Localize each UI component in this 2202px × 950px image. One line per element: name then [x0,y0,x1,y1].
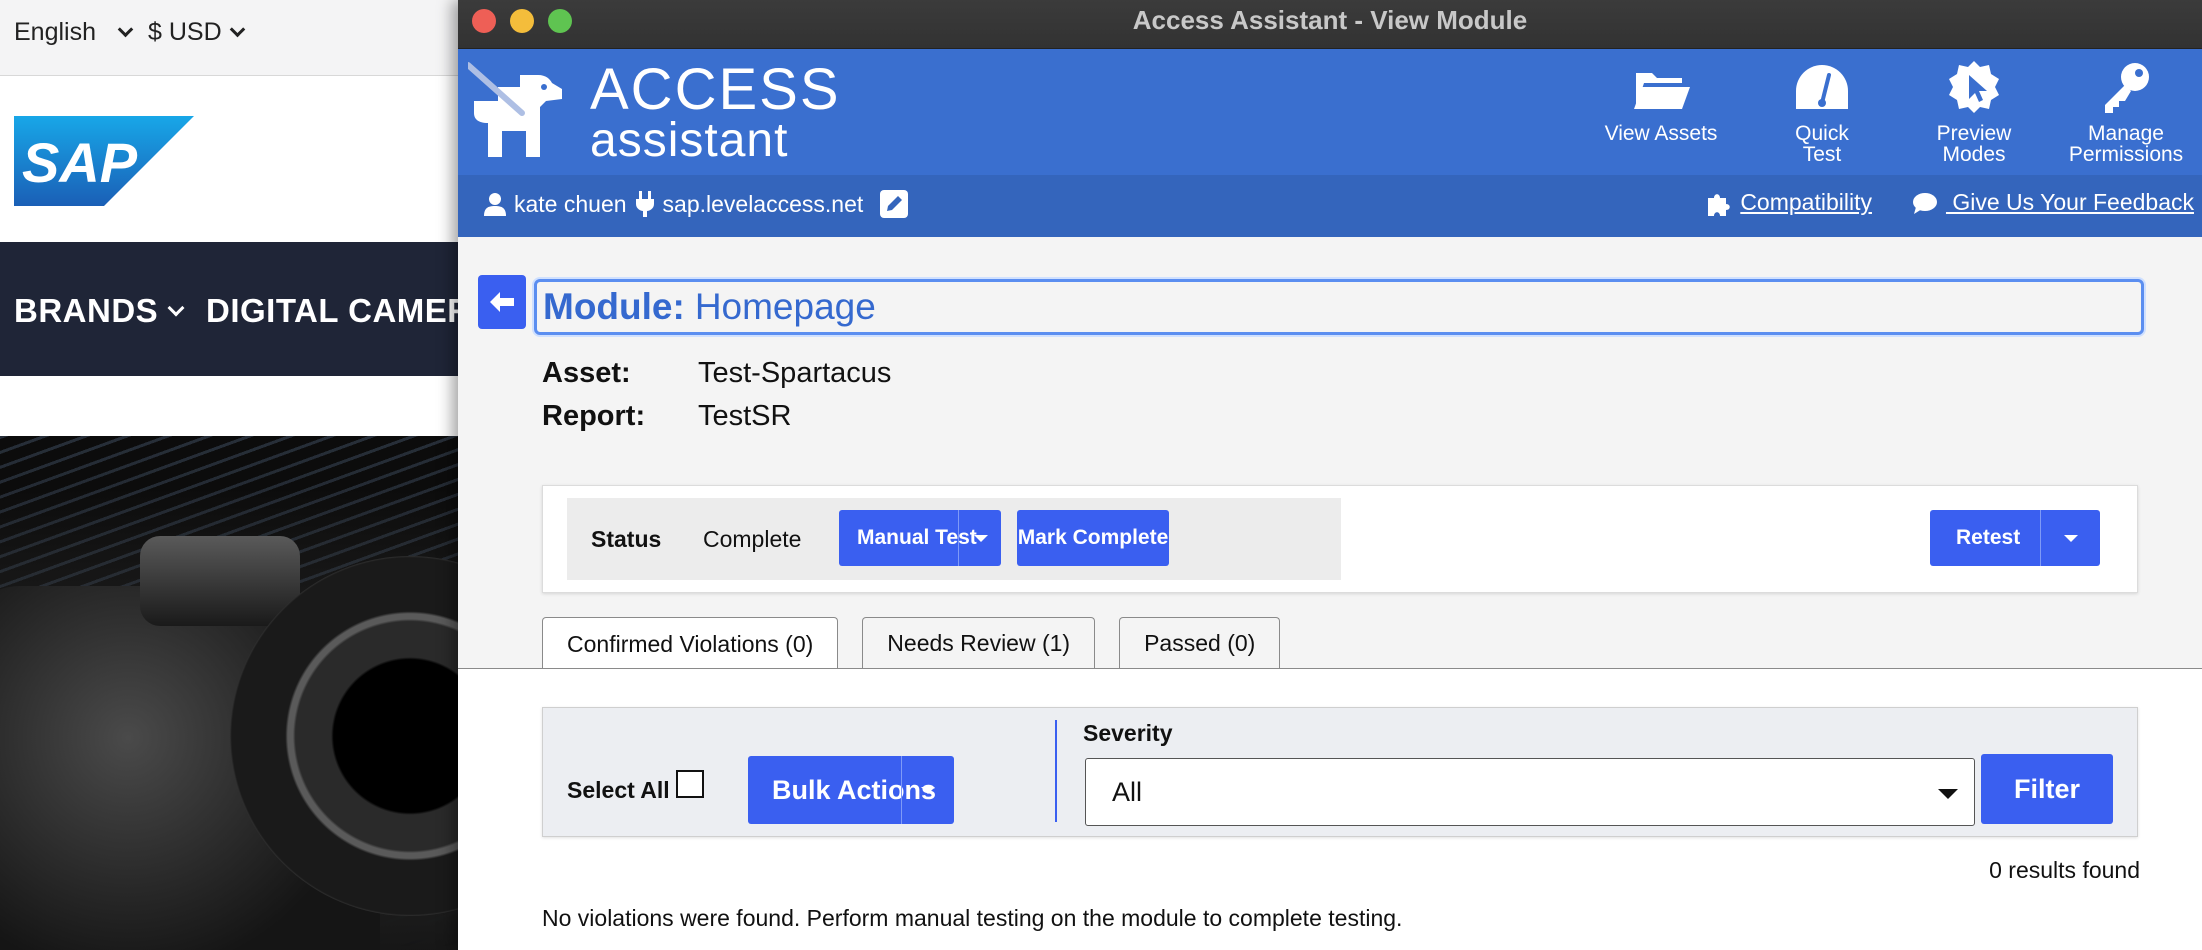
select-all-label: Select All [567,777,670,803]
preview-modes-label: Preview Modes [1936,122,2012,166]
retest-label: Retest [1956,526,2021,549]
user-name: kate chuen [514,190,627,217]
severity-value: All [1112,776,1143,807]
filter-button[interactable]: Filter [1981,754,2113,824]
manage-permissions-label: Manage Permissions [2068,122,2184,166]
manage-permissions-button[interactable]: Manage Permissions [2050,49,2202,175]
asset-row: Asset: Test-Spartacus [542,357,891,390]
mark-complete-button[interactable]: Mark Complete [1017,510,1169,566]
status-label: Status [591,526,662,552]
module-name: Homepage [694,286,876,327]
chevron-down-icon [229,21,245,38]
asset-label: Asset: [542,357,631,389]
language-select[interactable]: English [14,18,134,47]
caret-down-icon [1938,789,1958,799]
select-all[interactable]: Select All [567,770,704,804]
arrow-left-icon [490,292,514,312]
module-heading: Module: Homepage [534,279,2144,335]
quick-test-button[interactable]: Quick Test [1746,49,1898,175]
sap-logo[interactable]: SAP [14,116,194,206]
compatibility-link[interactable]: Compatibility [1706,189,1872,216]
app-header: ACCESS assistant View Assets QuickTest [458,49,2202,175]
server-name: sap.levelaccess.net [662,190,864,217]
caret-down-icon [973,534,988,542]
nav-digital-camera[interactable]: DIGITAL CAMERA [206,292,496,330]
window-titlebar: Access Assistant - View Module [458,0,2202,49]
plug-icon [635,191,654,217]
brand-bottom-text: assistant [590,114,789,167]
empty-state-message: No violations were found. Perform manual… [542,905,1403,931]
filter-toolbar: Select All Bulk Actions Severity All Fil… [542,707,2138,837]
nav-label: BRANDS [14,292,159,329]
folder-icon [1634,73,1690,109]
results-tabs: Confirmed Violations (0) Needs Review (1… [542,617,1281,670]
tab-label: Passed (0) [1144,630,1256,656]
window-title: Access Assistant - View Module [1132,5,1528,35]
back-button[interactable] [478,275,526,329]
report-row: Report: TestSR [542,400,791,433]
tab-label: Confirmed Violations (0) [567,630,814,657]
status-group: Status Complete Manual Test Mark Complet… [567,498,1341,580]
chevron-down-icon [167,299,185,317]
chevron-down-icon [117,21,134,38]
caret-down-icon [2063,534,2078,542]
header-actions: View Assets Quick Test Preview Modes Man… [1576,49,2202,175]
view-assets-label: View Assets [1604,122,1718,145]
nav-brands[interactable]: BRANDS [14,292,185,330]
speech-bubble-icon [1912,192,1937,214]
sap-logo-text: SAP [22,131,138,194]
module-content: Module: Homepage Asset: Test-Spartacus R… [458,237,2202,950]
manual-test-button[interactable]: Manual Test [839,510,1001,566]
filter-label: Filter [2013,773,2080,804]
language-value: English [14,18,96,46]
cursor-badge-icon [1949,61,1999,113]
user-icon [484,193,506,216]
tab-needs-review[interactable]: Needs Review (1) [862,617,1096,669]
brand-top-text: ACCESS [590,57,841,122]
select-all-checkbox[interactable] [675,770,704,798]
toolbar-divider [1055,720,1057,822]
dog-logo-icon [468,62,562,157]
retest-dropdown-toggle[interactable] [2040,510,2100,566]
edit-icon[interactable] [879,189,909,219]
preview-modes-button[interactable]: Preview Modes [1898,49,2050,175]
quick-test-label: Quick Test [1795,122,1849,166]
severity-select[interactable]: All [1085,758,1975,826]
caret-down-icon [921,786,935,794]
access-assistant-window: Access Assistant - View Module ACCESS as… [458,0,2202,950]
view-assets-button[interactable]: View Assets [1576,49,1746,175]
feedback-link[interactable]: Give Us Your Feedback [1912,189,2194,216]
status-card: Status Complete Manual Test Mark Complet… [542,485,2138,593]
bulk-actions-dropdown-toggle[interactable] [901,756,954,824]
nav-label: DIGITAL CAMERA [206,292,496,329]
app-brand[interactable]: ACCESS assistant [468,61,841,165]
retest-button[interactable]: Retest [1930,510,2100,566]
puzzle-icon [1708,193,1731,216]
key-icon [2105,63,2149,113]
currency-value: $ USD [148,18,222,46]
bulk-actions-button[interactable]: Bulk Actions [748,756,954,824]
camera-top-shape [140,536,300,626]
report-label: Report: [542,400,646,432]
results-count: 0 results found [1989,857,2140,883]
module-label: Module: [543,286,685,327]
user-bar: kate chuen sap.levelaccess.net Compatibi… [458,175,2202,237]
severity-label: Severity [1083,720,1173,746]
tab-confirmed-violations[interactable]: Confirmed Violations (0) [542,617,839,670]
status-value: Complete [703,526,802,552]
mark-complete-label: Mark Complete [1017,526,1169,549]
tab-passed[interactable]: Passed (0) [1119,617,1281,669]
report-value: TestSR [698,400,792,432]
tab-panel-confirmed-violations: Select All Bulk Actions Severity All Fil… [458,669,2202,950]
feedback-label: Give Us Your Feedback [1945,189,2194,215]
compatibility-label: Compatibility [1740,189,1872,215]
manual-test-dropdown-toggle[interactable] [958,510,1002,566]
currency-select[interactable]: $ USD [148,18,245,47]
tab-label: Needs Review (1) [887,630,1071,656]
gauge-icon [1796,65,1848,109]
asset-value: Test-Spartacus [698,357,892,389]
